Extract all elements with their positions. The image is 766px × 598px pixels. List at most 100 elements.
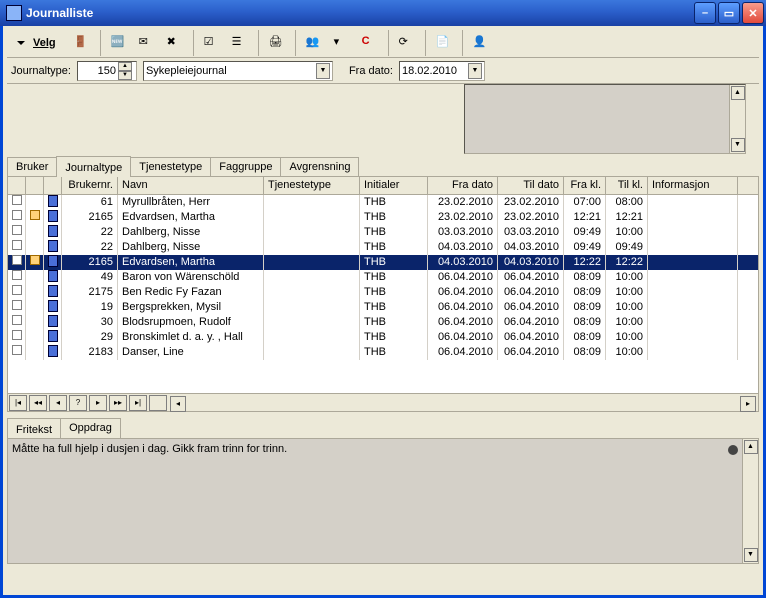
row-checkbox[interactable] (12, 315, 22, 325)
cell: 12:22 (606, 255, 648, 270)
column-header[interactable]: Til kl. (606, 177, 648, 194)
table-row[interactable]: 2165Edvardsen, MarthaTHB04.03.201004.03.… (8, 255, 758, 270)
row-checkbox[interactable] (12, 195, 22, 205)
checklist-icon: ☑ (204, 35, 220, 51)
scroll-left-icon[interactable]: ◂ (170, 396, 186, 412)
refresh-button[interactable]: ⟳ (395, 32, 419, 54)
tab-avgrensning[interactable]: Avgrensning (280, 157, 359, 176)
table-row[interactable]: 29Bronskimlet d. a. y. , HallTHB06.04.20… (8, 330, 758, 345)
table-row[interactable]: 19Bergsprekken, MysilTHB06.04.201006.04.… (8, 300, 758, 315)
row-checkbox[interactable] (12, 240, 22, 250)
nav-first-button[interactable]: |◂ (9, 395, 27, 411)
table-row[interactable]: 49Baron von WärenschöldTHB06.04.201006.0… (8, 270, 758, 285)
cell: THB (360, 210, 428, 225)
column-header[interactable]: Fra dato (428, 177, 498, 194)
print-button[interactable]: 🖨 (265, 32, 289, 54)
velg-menu[interactable]: Velg (9, 37, 64, 49)
column-header[interactable]: Brukernr. (62, 177, 118, 194)
tab-tjenestetype[interactable]: Tjenestetype (130, 157, 211, 176)
cell: 06.04.2010 (498, 270, 564, 285)
minimize-button[interactable]: – (694, 2, 716, 24)
table-row[interactable]: 2175Ben Redic Fy FazanTHB06.04.201006.04… (8, 285, 758, 300)
new-button[interactable]: 🆕 (107, 32, 131, 54)
note-icon (48, 345, 58, 357)
delete-button[interactable]: ✖ (163, 32, 187, 54)
export-person-button[interactable]: 👤 (469, 32, 493, 54)
nav-extra-button[interactable] (149, 395, 167, 411)
grid-hscroll[interactable]: ◂ ▸ (169, 395, 757, 411)
row-checkbox[interactable] (12, 300, 22, 310)
table-row[interactable]: 2165Edvardsen, MarthaTHB23.02.201023.02.… (8, 210, 758, 225)
row-checkbox[interactable] (12, 225, 22, 235)
checklist-button[interactable]: ☑ (200, 32, 224, 54)
column-header[interactable]: Til dato (498, 177, 564, 194)
copy-button[interactable]: 📄 (432, 32, 456, 54)
journaltype-spin[interactable]: ▲▼ (77, 61, 137, 81)
cell: Dahlberg, Nisse (118, 240, 264, 255)
tab-journaltype[interactable]: Journaltype (56, 156, 131, 177)
cell: Bergsprekken, Mysil (118, 300, 264, 315)
row-checkbox[interactable] (12, 345, 22, 355)
maximize-button[interactable]: ▭ (718, 2, 740, 24)
columns-button[interactable]: ☰ (228, 32, 252, 54)
scroll-down-icon[interactable]: ▼ (744, 548, 758, 562)
nav-query-button[interactable]: ? (69, 395, 87, 411)
row-checkbox[interactable] (12, 330, 22, 340)
tab-fritekst[interactable]: Fritekst (7, 418, 61, 439)
journaltype-value[interactable] (78, 65, 118, 77)
column-header[interactable]: Informasjon (648, 177, 738, 194)
row-checkbox[interactable] (12, 285, 22, 295)
scroll-up-icon[interactable]: ▲ (744, 440, 758, 454)
group-button[interactable]: 👥 (302, 32, 326, 54)
tab-oppdrag[interactable]: Oppdrag (60, 418, 121, 438)
column-header[interactable] (26, 177, 44, 194)
grid-body[interactable]: 61Myrullbråten, HerrTHB23.02.201023.02.2… (8, 195, 758, 393)
row-checkbox[interactable] (12, 255, 22, 265)
table-row[interactable]: 22Dahlberg, NisseTHB04.03.201004.03.2010… (8, 240, 758, 255)
cell: 10:00 (606, 300, 648, 315)
nav-prev-page-button[interactable]: ◂◂ (29, 395, 47, 411)
cell: 12:21 (606, 210, 648, 225)
cell (264, 300, 360, 315)
column-header[interactable]: Navn (118, 177, 264, 194)
table-row[interactable]: 30Blodsrupmoen, RudolfTHB06.04.201006.04… (8, 315, 758, 330)
cell (648, 300, 738, 315)
row-checkbox[interactable] (12, 210, 22, 220)
column-header[interactable] (44, 177, 62, 194)
table-row[interactable]: 61Myrullbråten, HerrTHB23.02.201023.02.2… (8, 195, 758, 210)
nav-next-button[interactable]: ▸ (89, 395, 107, 411)
detail-scrollbar[interactable]: ▲ ▼ (742, 439, 758, 563)
note-scrollbar[interactable]: ▲ ▼ (729, 85, 745, 153)
column-header[interactable] (8, 177, 26, 194)
table-row[interactable]: 22Dahlberg, NisseTHB03.03.201003.03.2010… (8, 225, 758, 240)
scroll-down-icon[interactable]: ▼ (731, 138, 745, 152)
tab-faggruppe[interactable]: Faggruppe (210, 157, 281, 176)
chevron-down-icon[interactable]: ▼ (316, 63, 330, 79)
cell (8, 285, 26, 300)
nav-last-button[interactable]: ▸| (129, 395, 147, 411)
column-header[interactable]: Fra kl. (564, 177, 606, 194)
fradato-combo[interactable]: 18.02.2010 ▼ (399, 61, 485, 81)
cell: 61 (62, 195, 118, 210)
row-checkbox[interactable] (12, 270, 22, 280)
nav-next-page-button[interactable]: ▸▸ (109, 395, 127, 411)
exit-button[interactable]: 🚪 (70, 32, 94, 54)
cell (26, 240, 44, 255)
journaltype-combo[interactable]: Sykepleiejournal ▼ (143, 61, 333, 81)
inbox-button[interactable]: ✉ (135, 32, 159, 54)
chevron-down-icon[interactable]: ▼ (468, 63, 482, 79)
tab-bruker[interactable]: Bruker (7, 157, 57, 176)
sort-button[interactable]: ▾ (330, 32, 354, 54)
cell (264, 225, 360, 240)
cell: 08:09 (564, 270, 606, 285)
spin-down-icon[interactable]: ▼ (118, 71, 132, 80)
close-button[interactable]: ✕ (742, 2, 764, 24)
mark-c-button[interactable]: C (358, 32, 382, 54)
column-header[interactable]: Initialer (360, 177, 428, 194)
spin-up-icon[interactable]: ▲ (118, 62, 132, 71)
scroll-right-icon[interactable]: ▸ (740, 396, 756, 412)
nav-prev-button[interactable]: ◂ (49, 395, 67, 411)
column-header[interactable]: Tjenestetype (264, 177, 360, 194)
scroll-up-icon[interactable]: ▲ (731, 86, 745, 100)
table-row[interactable]: 2183Danser, LineTHB06.04.201006.04.20100… (8, 345, 758, 360)
